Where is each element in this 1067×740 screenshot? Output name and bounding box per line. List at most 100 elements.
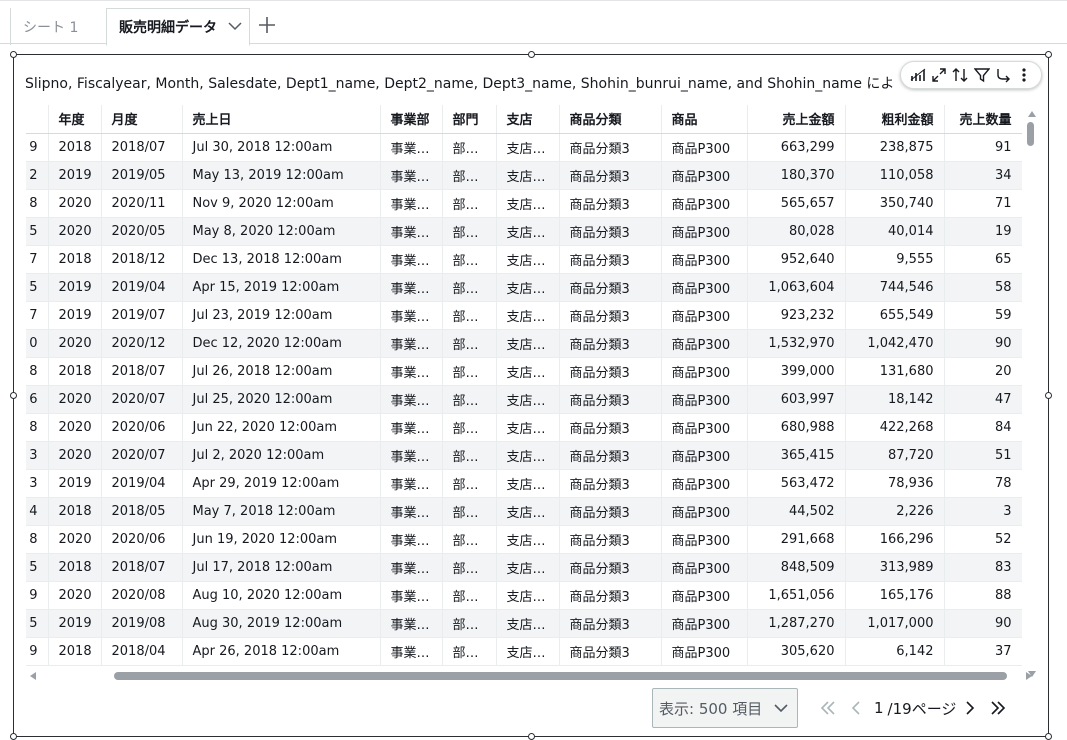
table-cell[interactable]: 部… bbox=[442, 469, 497, 498]
table-cell[interactable]: 支店… bbox=[496, 273, 560, 302]
table-cell[interactable]: 支店… bbox=[496, 441, 560, 470]
expand-icon[interactable] bbox=[930, 66, 948, 84]
table-cell[interactable]: 952,640 bbox=[747, 245, 846, 274]
table-cell[interactable]: 2020 bbox=[48, 525, 102, 554]
chart-type-icon[interactable] bbox=[909, 66, 927, 84]
table-row[interactable]: 2 2019 2019/05 May 13, 2019 12:00am 事業… 部… 支店…… bbox=[26, 161, 1022, 190]
table-cell[interactable]: 40,014 bbox=[845, 217, 945, 246]
table-cell[interactable]: 商品P300 bbox=[661, 525, 748, 554]
table-cell[interactable]: 6 bbox=[26, 385, 49, 414]
column-header[interactable]: 支店 bbox=[496, 105, 560, 134]
table-cell[interactable]: 事業… bbox=[380, 413, 443, 442]
table-cell[interactable]: 商品P300 bbox=[661, 441, 748, 470]
table-cell[interactable]: Nov 9, 2020 12:00am bbox=[182, 189, 381, 218]
last-page-icon[interactable] bbox=[984, 694, 1012, 722]
table-cell[interactable]: 支店… bbox=[496, 497, 560, 526]
previous-page-icon[interactable] bbox=[842, 694, 870, 722]
table-cell[interactable]: 1,532,970 bbox=[747, 329, 846, 358]
table-cell[interactable]: 商品分類3 bbox=[559, 413, 662, 442]
table-cell[interactable]: 商品分類3 bbox=[559, 637, 662, 666]
table-cell[interactable]: 部… bbox=[442, 133, 497, 162]
table-cell[interactable]: 90 bbox=[944, 609, 1022, 638]
page-size-select[interactable]: 表示: 500 項目 bbox=[652, 688, 798, 728]
table-cell[interactable]: 3 bbox=[26, 441, 49, 470]
table-row[interactable]: 3 2019 2019/04 Apr 29, 2019 12:00am 事業… 部… 支店…… bbox=[26, 469, 1022, 498]
table-cell[interactable]: 商品P300 bbox=[661, 469, 748, 498]
filter-icon[interactable] bbox=[973, 66, 991, 84]
table-cell[interactable]: 2020 bbox=[48, 189, 102, 218]
table-cell[interactable]: 商品P300 bbox=[661, 189, 748, 218]
table-cell[interactable]: 2020/08 bbox=[101, 581, 183, 610]
column-header[interactable]: 商品分類 bbox=[559, 105, 662, 134]
table-cell[interactable]: 52 bbox=[944, 525, 1022, 554]
column-header[interactable] bbox=[26, 105, 49, 134]
table-cell[interactable]: 87,720 bbox=[845, 441, 945, 470]
table-cell[interactable]: 商品分類3 bbox=[559, 441, 662, 470]
table-cell[interactable]: 5 bbox=[26, 273, 49, 302]
table-cell[interactable]: 166,296 bbox=[845, 525, 945, 554]
table-cell[interactable]: 78,936 bbox=[845, 469, 945, 498]
table-cell[interactable]: 680,988 bbox=[747, 413, 846, 442]
table-cell[interactable]: 238,875 bbox=[845, 133, 945, 162]
table-cell[interactable]: 商品分類3 bbox=[559, 497, 662, 526]
table-cell[interactable]: May 8, 2020 12:00am bbox=[182, 217, 381, 246]
table-cell[interactable]: 支店… bbox=[496, 469, 560, 498]
table-cell[interactable]: 2019 bbox=[48, 273, 102, 302]
table-cell[interactable]: 2018 bbox=[48, 133, 102, 162]
table-row[interactable]: 8 2020 2020/11 Nov 9, 2020 12:00am 事業… 部… 支店… 商… bbox=[26, 189, 1022, 218]
column-header[interactable]: 売上金額 bbox=[747, 105, 846, 134]
table-cell[interactable]: 支店… bbox=[496, 329, 560, 358]
table-row[interactable]: 7 2019 2019/07 Jul 23, 2019 12:00am 事業… 部… 支店…… bbox=[26, 301, 1022, 330]
table-cell[interactable]: 事業… bbox=[380, 385, 443, 414]
table-row[interactable]: 5 2019 2019/08 Aug 30, 2019 12:00am 事業… 部… 支店…… bbox=[26, 609, 1022, 638]
table-cell[interactable]: 商品分類3 bbox=[559, 385, 662, 414]
table-cell[interactable]: 565,657 bbox=[747, 189, 846, 218]
table-cell[interactable]: 商品分類3 bbox=[559, 525, 662, 554]
table-cell[interactable]: 商品P300 bbox=[661, 553, 748, 582]
resize-handle[interactable] bbox=[1045, 733, 1052, 740]
table-cell[interactable]: 支店… bbox=[496, 217, 560, 246]
table-cell[interactable]: 9 bbox=[26, 637, 49, 666]
table-cell[interactable]: 2 bbox=[26, 161, 49, 190]
table-cell[interactable]: 事業… bbox=[380, 301, 443, 330]
table-cell[interactable]: 事業… bbox=[380, 133, 443, 162]
table-cell[interactable]: 20 bbox=[944, 357, 1022, 386]
table-row[interactable]: 5 2018 2018/07 Jul 17, 2018 12:00am 事業… 部… 支店…… bbox=[26, 553, 1022, 582]
table-cell[interactable]: 7 bbox=[26, 245, 49, 274]
table-cell[interactable]: 291,668 bbox=[747, 525, 846, 554]
resize-handle[interactable] bbox=[10, 392, 17, 399]
table-cell[interactable]: 支店… bbox=[496, 609, 560, 638]
table-cell[interactable]: 350,740 bbox=[845, 189, 945, 218]
table-cell[interactable]: 365,415 bbox=[747, 441, 846, 470]
table-cell[interactable]: 事業… bbox=[380, 217, 443, 246]
table-cell[interactable]: 商品P300 bbox=[661, 217, 748, 246]
table-cell[interactable]: 2019/07 bbox=[101, 301, 183, 330]
table-cell[interactable]: Apr 26, 2018 12:00am bbox=[182, 637, 381, 666]
table-cell[interactable]: 51 bbox=[944, 441, 1022, 470]
table-cell[interactable]: 180,370 bbox=[747, 161, 846, 190]
table-row[interactable]: 5 2020 2020/05 May 8, 2020 12:00am 事業… 部… 支店… 商… bbox=[26, 217, 1022, 246]
table-row[interactable]: 8 2020 2020/06 Jun 19, 2020 12:00am 事業… 部… 支店…… bbox=[26, 525, 1022, 554]
chevron-down-icon[interactable] bbox=[227, 18, 243, 34]
vertical-scroll-thumb[interactable] bbox=[1027, 122, 1034, 146]
table-cell[interactable]: 商品分類3 bbox=[559, 245, 662, 274]
table-cell[interactable]: 事業… bbox=[380, 245, 443, 274]
table-cell[interactable]: 1,063,604 bbox=[747, 273, 846, 302]
table-cell[interactable]: 事業… bbox=[380, 553, 443, 582]
table-cell[interactable]: 商品分類3 bbox=[559, 301, 662, 330]
table-cell[interactable]: 2020 bbox=[48, 441, 102, 470]
table-cell[interactable]: 商品分類3 bbox=[559, 553, 662, 582]
table-cell[interactable]: 部… bbox=[442, 273, 497, 302]
table-visual[interactable]: Slipno, Fiscalyear, Month, Salesdate, De… bbox=[10, 51, 1052, 740]
table-cell[interactable]: 商品分類3 bbox=[559, 329, 662, 358]
table-cell[interactable]: 305,620 bbox=[747, 637, 846, 666]
table-cell[interactable]: Jul 23, 2019 12:00am bbox=[182, 301, 381, 330]
table-cell[interactable]: Jun 19, 2020 12:00am bbox=[182, 525, 381, 554]
table-cell[interactable]: 商品分類3 bbox=[559, 133, 662, 162]
table-cell[interactable]: 19 bbox=[944, 217, 1022, 246]
table-cell[interactable]: 支店… bbox=[496, 413, 560, 442]
table-cell[interactable]: 18,142 bbox=[845, 385, 945, 414]
table-cell[interactable]: 商品P300 bbox=[661, 609, 748, 638]
table-cell[interactable]: 商品分類3 bbox=[559, 273, 662, 302]
table-cell[interactable]: Jul 30, 2018 12:00am bbox=[182, 133, 381, 162]
